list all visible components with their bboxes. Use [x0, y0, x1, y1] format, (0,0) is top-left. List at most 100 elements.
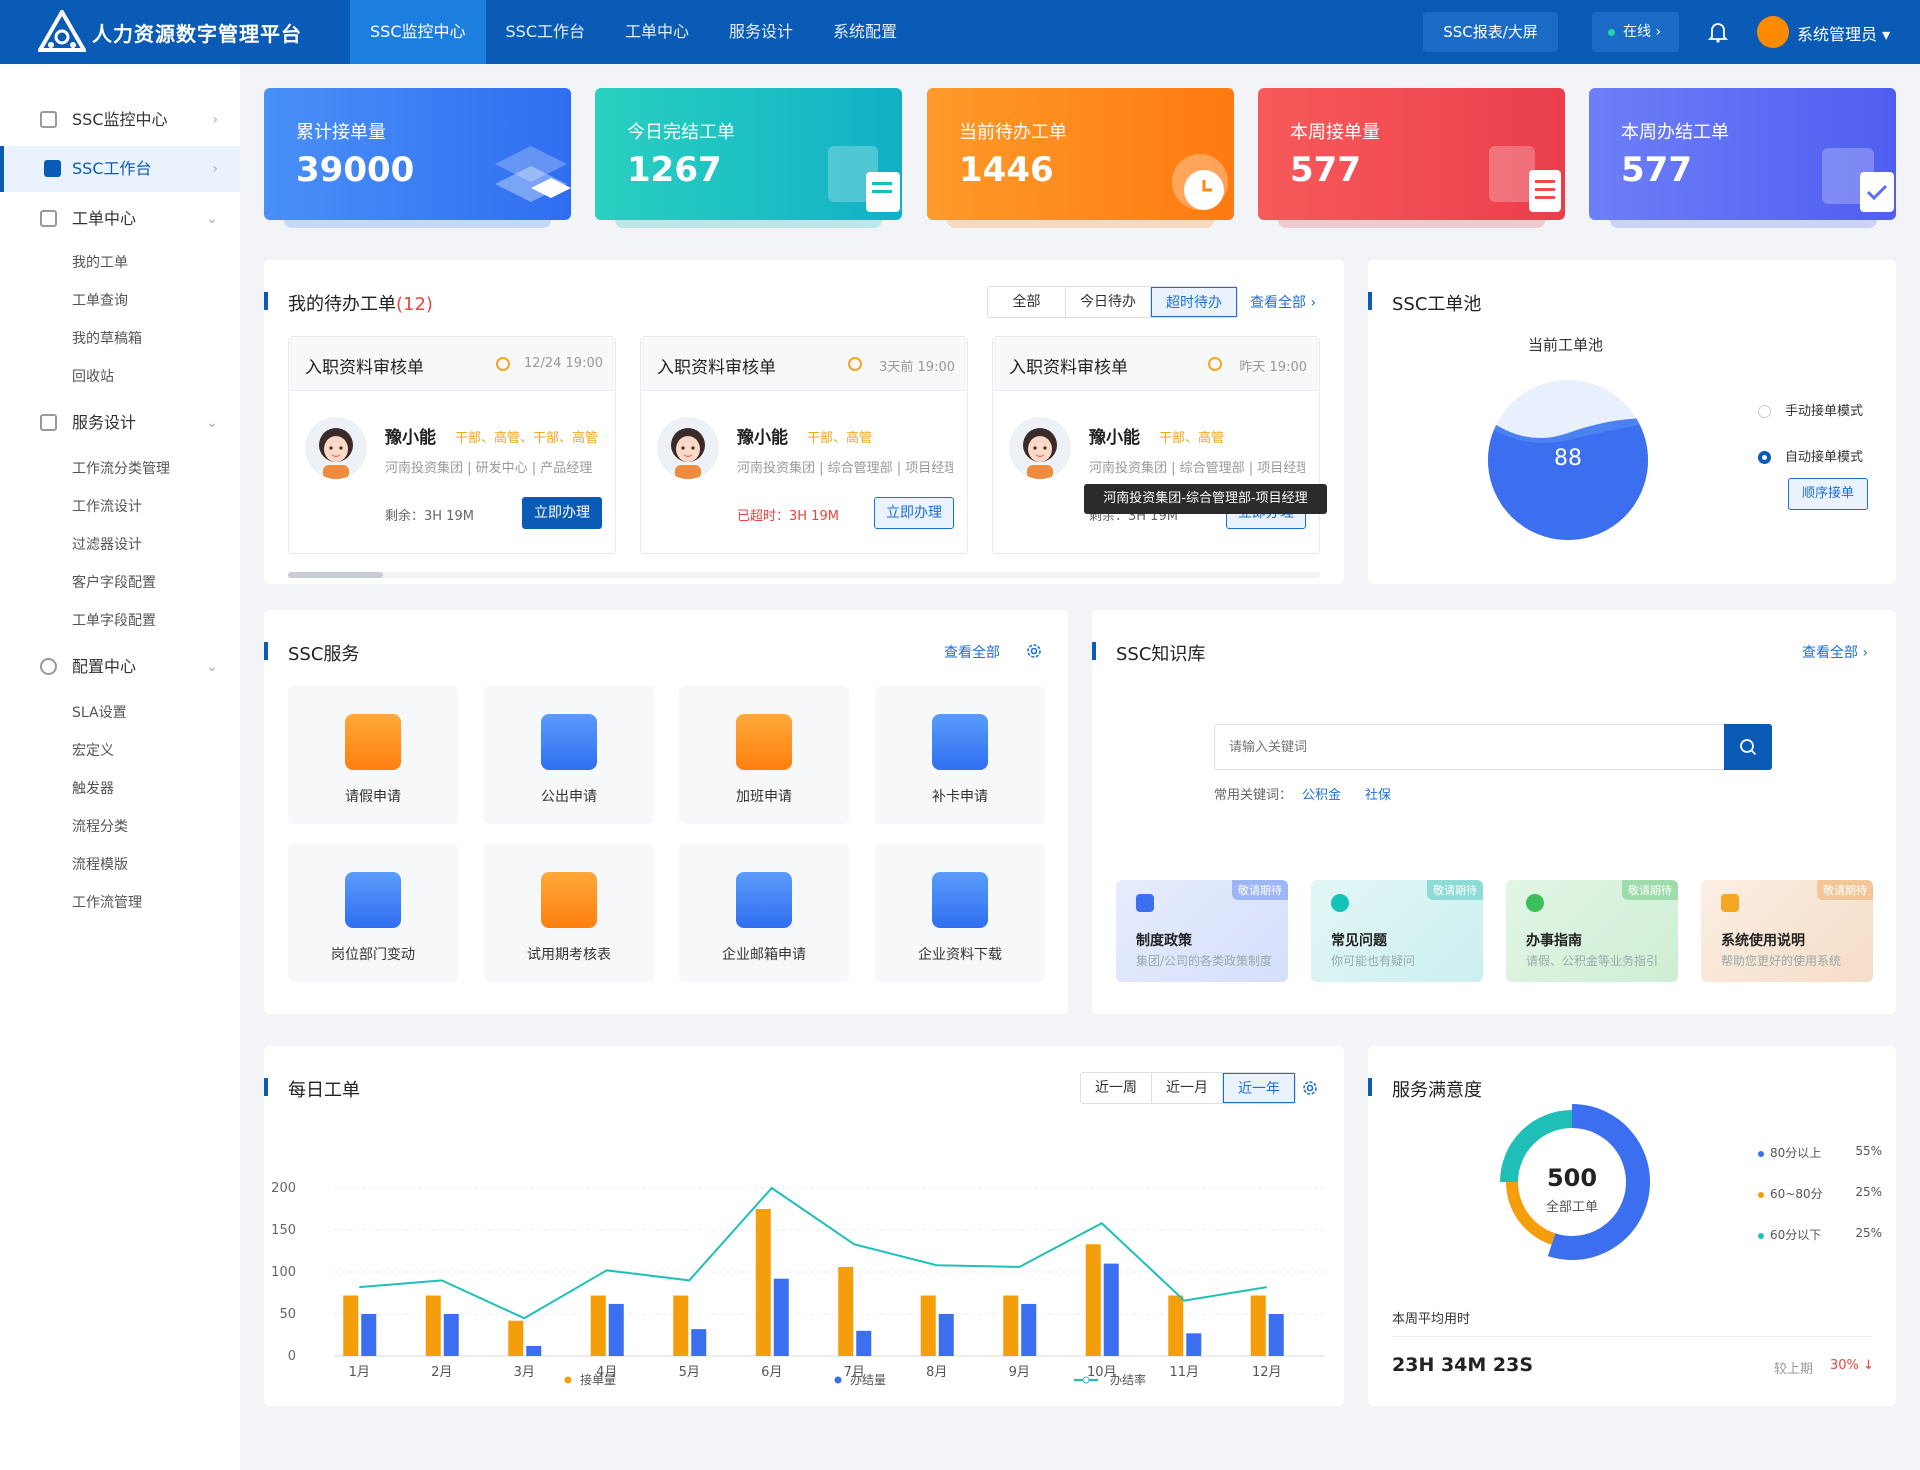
title-bar-accent [1368, 292, 1372, 310]
kb-card-guide[interactable]: 敬请期待 办事指南 请假、公积金等业务指引 [1506, 880, 1678, 982]
todo-view-all[interactable]: 查看全部 › [1250, 292, 1316, 312]
y-tick-label: 200 [271, 1181, 296, 1196]
filter-overdue[interactable]: 超时待办 [1151, 287, 1237, 317]
stat-card-today-done[interactable]: 今日完结工单 1267 [595, 88, 902, 220]
sidebar-sub-workflow-design[interactable]: 工作流设计 [72, 496, 142, 516]
sidebar-sub-flow-template[interactable]: 流程模版 [72, 854, 128, 874]
sidebar-sub-flow-category[interactable]: 流程分类 [72, 816, 128, 836]
service-overtime[interactable]: 加班申请 [679, 686, 849, 824]
keyword-link[interactable]: 公积金 [1302, 788, 1341, 803]
filter-today[interactable]: 今日待办 [1066, 287, 1151, 317]
todo-title: 我的待办工单(12) [288, 294, 433, 315]
bar-received [590, 1295, 606, 1356]
sidebar-sub-recycle[interactable]: 回收站 [72, 366, 114, 386]
radio-unchecked[interactable] [1758, 405, 1771, 418]
title-bar-accent [264, 1078, 268, 1096]
daily-panel: 每日工单 近一周 近一月 近一年 0 50 100 150 200 1月 2月 3月 4月 5月 6… [264, 1046, 1344, 1406]
user-avatar[interactable] [1757, 16, 1789, 48]
stat-card-pending[interactable]: 当前待办工单 1446 [927, 88, 1234, 220]
stat-card-total[interactable]: 累计接单量 39000 [264, 88, 571, 220]
nav-system-config[interactable]: 系统配置 [813, 0, 917, 64]
chevron-down-icon: ⌄ [206, 659, 218, 675]
nav-ticket-center[interactable]: 工单中心 [605, 0, 709, 64]
services-view-all[interactable]: 查看全部 [944, 642, 1000, 662]
stat-card-week-done[interactable]: 本周办结工单 577 [1589, 88, 1896, 220]
service-leave[interactable]: 请假申请 [288, 686, 458, 824]
sidebar-sub-my-tickets[interactable]: 我的工单 [72, 252, 128, 272]
service-probation-review[interactable]: 试用期考核表 [484, 844, 654, 982]
sidebar-sub-macro[interactable]: 宏定义 [72, 740, 114, 760]
knowledge-view-all[interactable]: 查看全部 › [1802, 642, 1868, 662]
service-clock-in-fix[interactable]: 补卡申请 [875, 686, 1045, 824]
sidebar-sub-customer-fields[interactable]: 客户字段配置 [72, 572, 156, 592]
legend-dot [1758, 1150, 1764, 1157]
sidebar-sub-filter-design[interactable]: 过滤器设计 [72, 534, 142, 554]
bar-completed [1103, 1263, 1119, 1356]
order-accept-button[interactable]: 顺序接单 [1788, 478, 1868, 510]
nav-ssc-monitor[interactable]: SSC监控中心 [350, 0, 486, 64]
service-email-apply[interactable]: 企业邮箱申请 [679, 844, 849, 982]
sidebar-item-service-design[interactable]: 服务设计 ⌄ [0, 400, 240, 446]
bell-icon[interactable] [1708, 21, 1728, 43]
person-name: 豫小能 [385, 428, 436, 448]
sidebar-item-config-center[interactable]: 配置中心 ⌄ [0, 644, 240, 690]
range-week[interactable]: 近一周 [1081, 1073, 1152, 1103]
kb-card-manual[interactable]: 敬请期待 系统使用说明 帮助您更好的使用系统 [1701, 880, 1873, 982]
task-card[interactable]: 入职资料审核单 12/24 19:00 豫小能 干部、高管、干部、高管 河南投资… [288, 336, 616, 554]
mode-auto[interactable]: 自动接单模式 [1758, 446, 1863, 465]
mode-manual[interactable]: 手动接单模式 [1758, 400, 1863, 419]
bar-completed [361, 1314, 377, 1356]
bar-received [1003, 1295, 1019, 1356]
kb-card-policy[interactable]: 敬请期待 制度政策 集团/公司的各类政策制度 [1116, 880, 1288, 982]
online-status-button[interactable]: 在线 › [1592, 12, 1679, 52]
task-card[interactable]: 入职资料审核单 昨天 19:00 豫小能 干部、高管 河南投资集团 | 综合管理… [992, 336, 1320, 554]
radio-checked[interactable] [1758, 451, 1771, 464]
filter-all[interactable]: 全部 [988, 287, 1066, 317]
settings-icon[interactable] [1026, 643, 1042, 659]
nav-service-design[interactable]: 服务设计 [709, 0, 813, 64]
legend-dot [1758, 1232, 1764, 1239]
report-screen-button[interactable]: SSC报表/大屏 [1423, 12, 1558, 52]
person-tags: 干部、高管、干部、高管 [455, 431, 599, 446]
sidebar-sub-workflow-category[interactable]: 工作流分类管理 [72, 458, 170, 478]
sidebar-sub-ticket-query[interactable]: 工单查询 [72, 290, 128, 310]
bar-received [425, 1295, 441, 1356]
keyword-link[interactable]: 社保 [1365, 788, 1391, 803]
bar-received [1250, 1295, 1266, 1356]
nav-ssc-workbench[interactable]: SSC工作台 [486, 0, 606, 64]
range-year[interactable]: 近一年 [1223, 1073, 1295, 1103]
bar-completed [1186, 1333, 1202, 1356]
bar-received [343, 1295, 359, 1356]
clock-icon [496, 357, 510, 371]
knowledge-search-input[interactable] [1214, 724, 1726, 770]
sidebar-sub-ticket-fields[interactable]: 工单字段配置 [72, 610, 156, 630]
handle-now-button[interactable]: 立即办理 [874, 497, 954, 529]
sidebar-sub-workflow-manage[interactable]: 工作流管理 [72, 892, 142, 912]
range-month[interactable]: 近一月 [1152, 1073, 1223, 1103]
sidebar-sub-drafts[interactable]: 我的草稿箱 [72, 328, 142, 348]
stat-card-week-received[interactable]: 本周接单量 577 [1258, 88, 1565, 220]
handle-now-button[interactable]: 立即办理 [522, 497, 602, 529]
person-time-icon [736, 714, 792, 770]
kb-card-desc: 你可能也有疑问 [1331, 954, 1416, 968]
scroll-thumb[interactable] [288, 572, 383, 578]
task-time: 12/24 19:00 [523, 356, 603, 371]
kb-card-faq[interactable]: 敬请期待 常见问题 你可能也有疑问 [1311, 880, 1483, 982]
document-icon [828, 146, 900, 212]
task-card[interactable]: 入职资料审核单 3天前 19:00 豫小能 干部、高管 河南投资集团 | 综合管… [640, 336, 968, 554]
sidebar-item-ticket-center[interactable]: 工单中心 ⌄ [0, 196, 240, 242]
sidebar-item-ssc-workbench[interactable]: SSC工作台 › [0, 146, 240, 192]
settings-icon[interactable] [1302, 1080, 1318, 1096]
legend-item: 60分以下 25% [1758, 1226, 1882, 1243]
sidebar-sub-trigger[interactable]: 触发器 [72, 778, 114, 798]
service-business-trip[interactable]: 公出申请 [484, 686, 654, 824]
service-position-change[interactable]: 岗位部门变动 [288, 844, 458, 982]
sidebar-item-ssc-monitor[interactable]: SSC监控中心 › [0, 97, 240, 143]
divider [1392, 1336, 1872, 1337]
sidebar-sub-sla[interactable]: SLA设置 [72, 702, 127, 722]
service-doc-download[interactable]: 企业资料下载 [875, 844, 1045, 982]
search-button[interactable] [1724, 724, 1772, 770]
user-menu[interactable]: 系统管理员 ▾ [1797, 21, 1890, 45]
horizontal-scrollbar[interactable] [288, 572, 1320, 578]
x-tick-label: 9月 [1009, 1365, 1030, 1380]
